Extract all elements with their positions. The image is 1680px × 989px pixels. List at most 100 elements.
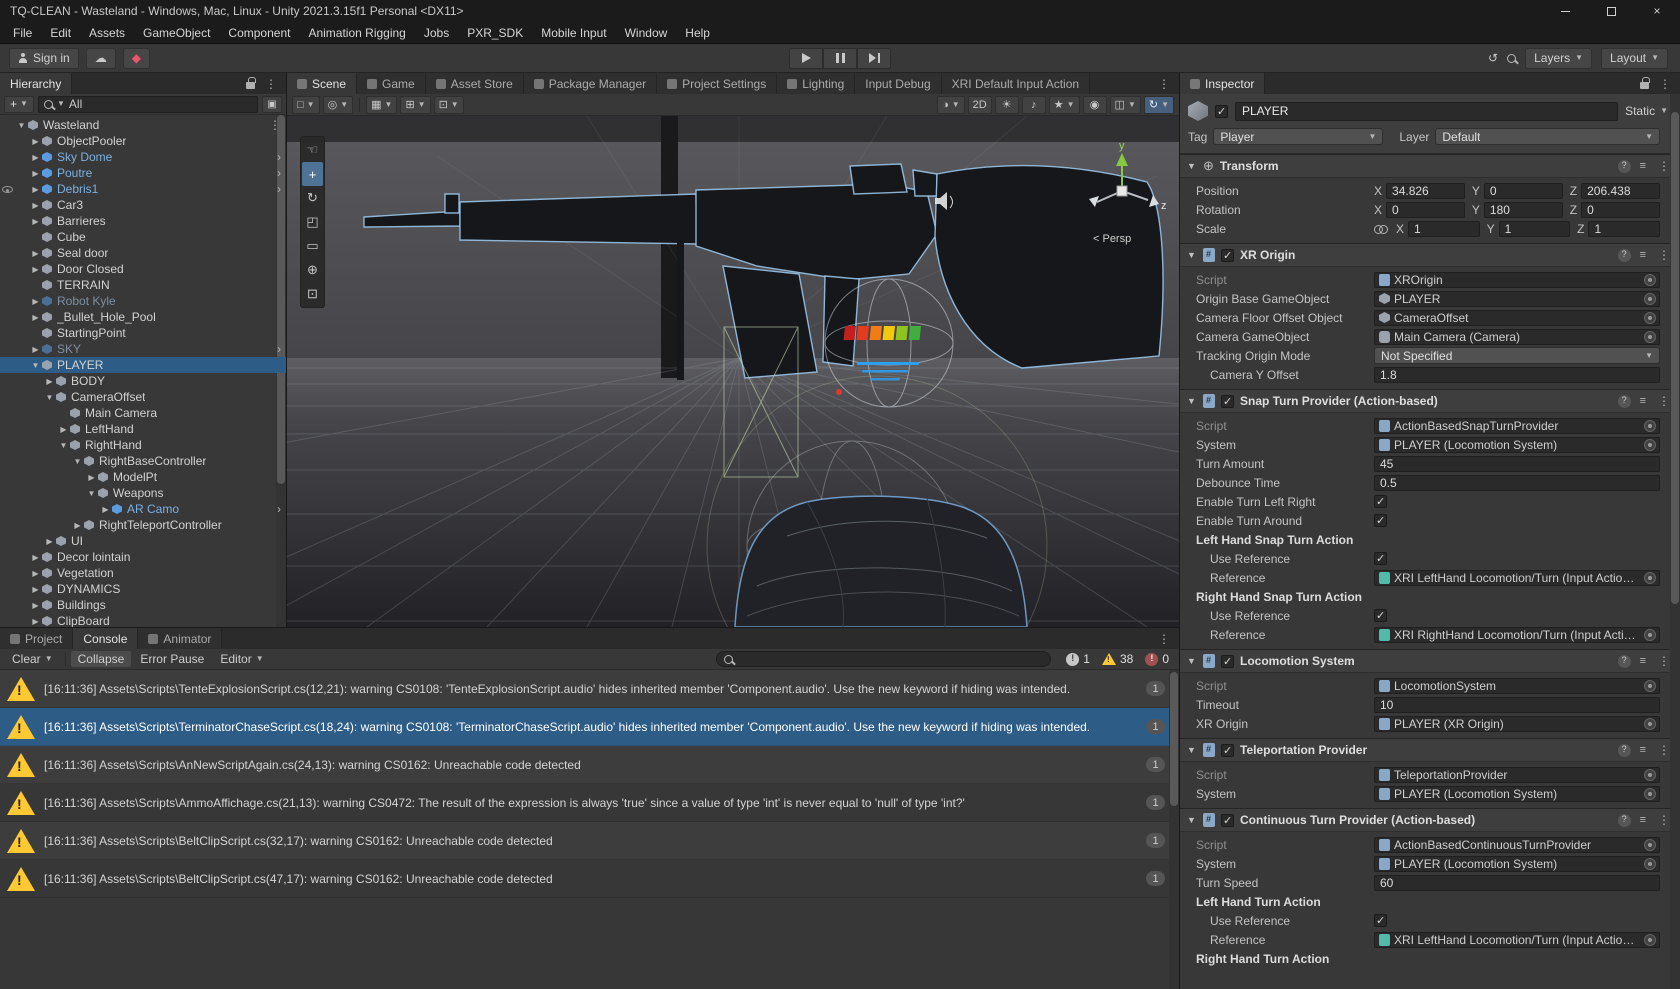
object-field[interactable]: XROrigin <box>1374 272 1660 288</box>
version-control-button[interactable]: ◆ <box>123 48 150 69</box>
hierarchy-item-wasteland[interactable]: ▼Wasteland⋮ <box>0 117 286 133</box>
preset-icon[interactable]: ≡ <box>1640 814 1646 826</box>
hierarchy-item-weapons[interactable]: ▼Weapons <box>0 485 286 501</box>
tab-input-debug[interactable]: Input Debug <box>855 73 941 94</box>
scene-lighting-toggle[interactable]: ☀ <box>995 96 1019 114</box>
component-header-snap-turn-provider-action-based[interactable]: ▼Snap Turn Provider (Action-based)≡⋮ <box>1180 390 1680 413</box>
close-button[interactable]: × <box>1634 0 1680 22</box>
search-icon[interactable] <box>1507 54 1516 63</box>
hierarchy-item-ar-camo[interactable]: ▶AR Camo› <box>0 501 286 517</box>
foldout-triangle-icon[interactable]: ▼ <box>1187 396 1197 406</box>
foldout-triangle-icon[interactable]: ▼ <box>1187 250 1197 260</box>
transform-tool[interactable]: ⊕ <box>302 258 323 282</box>
object-picker-icon[interactable] <box>1644 769 1656 781</box>
visibility-eye-icon[interactable] <box>2 186 13 193</box>
scrollbar-thumb[interactable] <box>1170 672 1178 806</box>
object-field[interactable]: ActionBasedContinuousTurnProvider <box>1374 837 1660 853</box>
hierarchy-item-body[interactable]: ▶BODY <box>0 373 286 389</box>
hierarchy-item-rightbasecontroller[interactable]: ▼RightBaseController <box>0 453 286 469</box>
object-field[interactable]: PLAYER (XR Origin) <box>1374 716 1660 732</box>
active-checkbox[interactable] <box>1215 105 1228 118</box>
expand-triangle-icon[interactable]: ▶ <box>99 505 112 514</box>
checkbox[interactable] <box>1374 514 1387 527</box>
hierarchy-item-debris1[interactable]: ▶Debris1› <box>0 181 286 197</box>
prefab-open-arrow-icon[interactable]: › <box>277 502 281 516</box>
scene-viewport[interactable]: y z < Persp ☜+↻◰▭⊕⊡ <box>287 116 1179 627</box>
kebab-menu-icon[interactable]: ⋮ <box>262 77 280 91</box>
scene-audio-toggle[interactable]: ♪ <box>1022 96 1046 114</box>
maximize-button[interactable] <box>1588 0 1634 22</box>
console-entry[interactable]: [16:11:36] Assets\Scripts\AnNewScriptAga… <box>0 746 1179 784</box>
object-picker-icon[interactable] <box>1644 420 1656 432</box>
vector-z-field[interactable]: 206.438 <box>1581 183 1660 199</box>
console-entry[interactable]: [16:11:36] Assets\Scripts\TenteExplosion… <box>0 670 1179 708</box>
console-entry[interactable]: [16:11:36] Assets\Scripts\BeltClipScript… <box>0 860 1179 898</box>
vector-y-field[interactable]: 1 <box>1499 221 1571 237</box>
help-icon[interactable] <box>1618 249 1631 262</box>
hierarchy-item-sky[interactable]: ▶SKY› <box>0 341 286 357</box>
checkbox[interactable] <box>1374 495 1387 508</box>
grid-visibility-dropdown[interactable]: ▦▼ <box>366 96 397 114</box>
object-field[interactable]: PLAYER <box>1374 291 1660 307</box>
dropdown-field[interactable]: Not Specified▼ <box>1374 347 1660 364</box>
menu-jobs[interactable]: Jobs <box>415 22 458 43</box>
expand-triangle-icon[interactable]: ▶ <box>29 169 42 178</box>
console-scrollbar[interactable] <box>1169 670 1179 989</box>
expand-triangle-icon[interactable]: ▶ <box>29 153 42 162</box>
expand-triangle-icon[interactable]: ▶ <box>85 473 98 482</box>
component-header-xr-origin[interactable]: ▼XR Origin≡⋮ <box>1180 244 1680 267</box>
menu-edit[interactable]: Edit <box>41 22 80 43</box>
rotate-tool[interactable]: ↻ <box>302 186 323 210</box>
tab-console[interactable]: Console <box>73 628 138 649</box>
camera-settings-dropdown[interactable]: ◫▼ <box>1110 96 1141 114</box>
hierarchy-item-objectpooler[interactable]: ▶ObjectPooler <box>0 133 286 149</box>
search-filter-button[interactable]: ▣ <box>262 96 282 113</box>
error-pause-toggle[interactable]: Error Pause <box>133 651 211 667</box>
vector-z-field[interactable]: 1 <box>1588 221 1660 237</box>
tool-settings-dropdown[interactable]: □▼ <box>292 96 320 114</box>
checkbox[interactable] <box>1374 609 1387 622</box>
layout-dropdown[interactable]: Layout ▼ <box>1601 48 1668 69</box>
component-enabled-checkbox[interactable] <box>1221 744 1234 757</box>
gizmo-center-cube[interactable] <box>1117 186 1127 196</box>
sign-in-button[interactable]: Sign in <box>9 48 79 69</box>
help-icon[interactable] <box>1618 744 1631 757</box>
gameobject-name-field[interactable]: PLAYER <box>1235 102 1618 121</box>
tab-xri-default-input-action[interactable]: XRI Default Input Action <box>942 73 1090 94</box>
input-field[interactable]: 45 <box>1374 456 1660 472</box>
pause-button[interactable] <box>823 48 857 69</box>
snap-settings-dropdown[interactable]: ⊞▼ <box>400 96 430 114</box>
foldout-triangle-icon[interactable]: ▼ <box>1187 656 1197 666</box>
preset-icon[interactable]: ≡ <box>1640 249 1646 261</box>
menu-gameobject[interactable]: GameObject <box>134 22 219 43</box>
step-button[interactable] <box>857 48 891 69</box>
object-field[interactable]: TeleportationProvider <box>1374 767 1660 783</box>
expand-triangle-icon[interactable]: ▶ <box>43 377 56 386</box>
gizmo-pivot-dropdown[interactable]: ◎▼ <box>323 96 354 114</box>
hierarchy-item-bullet-hole-pool[interactable]: ▶_Bullet_Hole_Pool <box>0 309 286 325</box>
hierarchy-item-righthand[interactable]: ▼RightHand <box>0 437 286 453</box>
object-picker-icon[interactable] <box>1644 788 1656 800</box>
hierarchy-item-dynamics[interactable]: ▶DYNAMICS <box>0 581 286 597</box>
rect-tool[interactable]: ▭ <box>302 234 323 258</box>
expand-triangle-icon[interactable]: ▶ <box>29 249 42 258</box>
link-icon[interactable] <box>1374 225 1387 233</box>
object-field[interactable]: PLAYER (Locomotion System) <box>1374 856 1660 872</box>
hierarchy-item-seal-door[interactable]: ▶Seal door <box>0 245 286 261</box>
help-icon[interactable] <box>1618 395 1631 408</box>
2d-toggle[interactable]: 2D <box>968 96 992 114</box>
object-field[interactable]: CameraOffset <box>1374 310 1660 326</box>
expand-triangle-icon[interactable]: ▶ <box>29 217 42 226</box>
object-picker-icon[interactable] <box>1644 312 1656 324</box>
component-enabled-checkbox[interactable] <box>1221 395 1234 408</box>
hierarchy-item-lefthand[interactable]: ▶LeftHand <box>0 421 286 437</box>
help-icon[interactable] <box>1618 160 1631 173</box>
preset-icon[interactable]: ≡ <box>1640 395 1646 407</box>
perspective-label[interactable]: < Persp <box>1093 233 1131 245</box>
hierarchy-item-cube[interactable]: Cube <box>0 229 286 245</box>
create-object-button[interactable]: +▼ <box>4 96 34 113</box>
object-field[interactable]: LocomotionSystem <box>1374 678 1660 694</box>
expand-triangle-icon[interactable]: ▶ <box>43 537 56 546</box>
error-count[interactable]: 0 <box>1140 652 1174 666</box>
menu-file[interactable]: File <box>4 22 41 43</box>
